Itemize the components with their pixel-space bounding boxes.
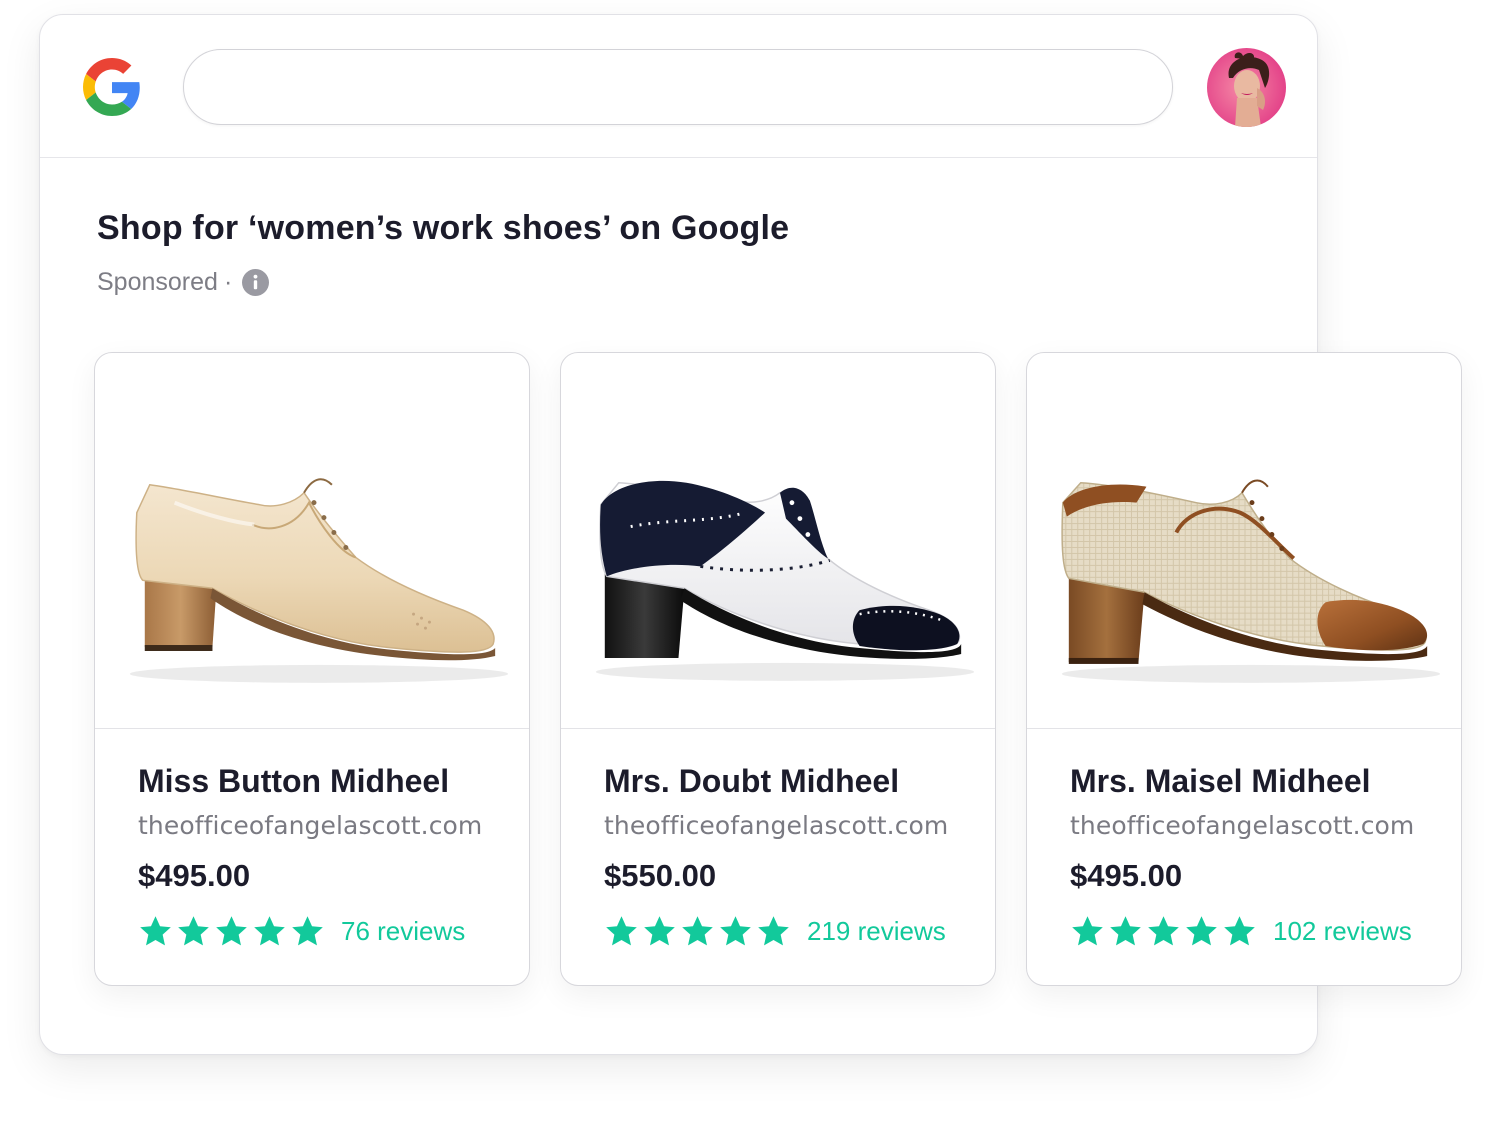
- product-price: $550.00: [604, 858, 717, 893]
- star-icon: [758, 915, 789, 945]
- product-card[interactable]: Mrs. Doubt Midheel theofficeofangelascot…: [560, 352, 996, 986]
- star-icon: [140, 915, 171, 945]
- star-rating: [604, 914, 791, 949]
- star-rating: [138, 914, 325, 949]
- star-icon: [606, 915, 637, 945]
- product-image[interactable]: [95, 353, 529, 729]
- separator: ·: [223, 267, 233, 296]
- search-header: [40, 15, 1317, 158]
- star-icon: [1110, 915, 1141, 945]
- product-rating: 219 reviews: [604, 911, 946, 951]
- product-rating: 102 reviews: [1070, 911, 1412, 951]
- product-card[interactable]: Mrs. Maisel Midheel theofficeofangelasco…: [1026, 352, 1462, 986]
- product-name[interactable]: Mrs. Doubt Midheel: [604, 763, 899, 800]
- cream-patent-oxford-shoe-icon: [129, 478, 509, 683]
- star-icon: [1148, 915, 1179, 945]
- black-white-brogue-shoe-icon: [595, 480, 975, 681]
- user-avatar[interactable]: [1207, 48, 1286, 127]
- star-icon: [292, 915, 323, 945]
- star-rating: [1070, 914, 1257, 949]
- sponsored-label: Sponsored: [97, 267, 218, 296]
- google-logo-icon[interactable]: [83, 58, 141, 116]
- star-icon: [682, 915, 713, 945]
- star-icon: [644, 915, 675, 945]
- star-icon: [1072, 915, 1103, 945]
- star-icon: [254, 915, 285, 945]
- product-price: $495.00: [1070, 858, 1183, 893]
- search-input[interactable]: [184, 50, 1172, 124]
- product-rating: 76 reviews: [138, 911, 465, 951]
- product-domain: theofficeofangelascott.com: [1070, 811, 1415, 840]
- sponsored-row: Sponsored ·: [97, 265, 270, 299]
- star-icon: [178, 915, 209, 945]
- linen-brown-toecap-shoe-icon: [1061, 479, 1441, 683]
- star-icon: [1224, 915, 1255, 945]
- product-domain: theofficeofangelascott.com: [138, 811, 483, 840]
- product-card[interactable]: Miss Button Midheel theofficeofangelasco…: [94, 352, 530, 986]
- product-image[interactable]: [561, 353, 995, 729]
- product-name[interactable]: Miss Button Midheel: [138, 763, 449, 800]
- review-count[interactable]: 219 reviews: [807, 916, 946, 947]
- results-title: Shop for ‘women’s work shoes’ on Google: [97, 209, 790, 247]
- star-icon: [216, 915, 247, 945]
- review-count[interactable]: 76 reviews: [341, 916, 465, 947]
- star-icon: [1186, 915, 1217, 945]
- review-count[interactable]: 102 reviews: [1273, 916, 1412, 947]
- product-name[interactable]: Mrs. Maisel Midheel: [1070, 763, 1371, 800]
- info-icon[interactable]: [242, 268, 270, 296]
- star-icon: [720, 915, 751, 945]
- product-image[interactable]: [1027, 353, 1461, 729]
- search-bar[interactable]: [183, 49, 1173, 125]
- product-domain: theofficeofangelascott.com: [604, 811, 949, 840]
- product-price: $495.00: [138, 858, 251, 893]
